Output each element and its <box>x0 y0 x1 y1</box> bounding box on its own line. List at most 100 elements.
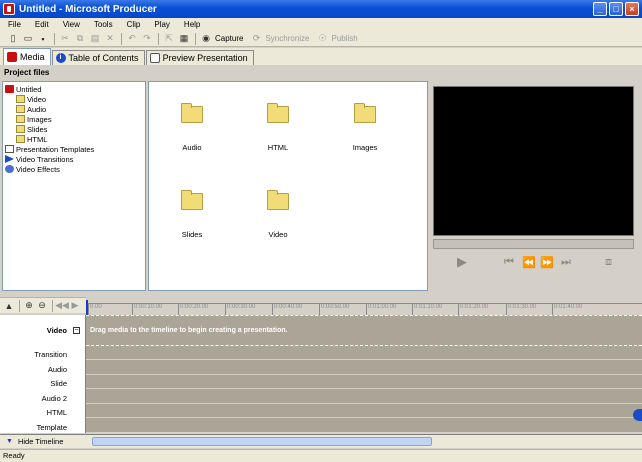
synchronize-button[interactable]: Synchronize <box>265 34 309 43</box>
menu-help[interactable]: Help <box>176 20 206 29</box>
tree-item-slides[interactable]: Slides <box>3 124 145 134</box>
paste-icon[interactable]: ▤ <box>88 32 102 45</box>
folder-label: HTML <box>267 143 289 152</box>
tab-preview-presentation[interactable]: Preview Presentation <box>145 50 254 65</box>
pointer-icon[interactable]: ▲ <box>3 299 15 312</box>
menu-edit[interactable]: Edit <box>27 20 55 29</box>
playhead[interactable] <box>86 300 88 316</box>
tree-item-audio[interactable]: Audio <box>3 104 145 114</box>
track-label-slide: Slide <box>50 379 67 388</box>
project-files-tree: Untitled Video Audio Images Slides HTML … <box>2 81 146 291</box>
audio-track[interactable] <box>86 360 642 375</box>
play-icon[interactable]: ▶ <box>457 254 467 270</box>
open-folder-icon[interactable]: ▭ <box>21 32 35 45</box>
tab-label: Table of Contents <box>68 53 139 63</box>
copy-icon[interactable]: ⧉ <box>73 32 87 45</box>
rewind-icon[interactable]: ⏪ <box>522 256 536 269</box>
ruler-tick: 0:01:30.00 <box>505 304 537 315</box>
publish-icon[interactable]: ☉ <box>316 32 330 45</box>
folder-item-images[interactable]: Images <box>330 103 400 152</box>
menu-view[interactable]: View <box>55 20 86 29</box>
menu-clip[interactable]: Clip <box>119 20 147 29</box>
audio-2-track[interactable] <box>86 389 642 404</box>
scrollbar-thumb[interactable] <box>92 437 432 446</box>
seek-bar[interactable] <box>433 239 634 249</box>
status-text: Ready <box>3 451 25 460</box>
rewind-timeline-icon[interactable]: ◀◀ <box>55 299 69 312</box>
previous-icon[interactable]: ⏮ <box>504 256 514 269</box>
timeline-ruler[interactable]: 0.00 0:00:10.00 0:00:20.00 0:00:30.00 0:… <box>86 303 642 315</box>
tree-item-label: Audio <box>27 104 47 114</box>
menu-play[interactable]: Play <box>146 20 176 29</box>
tree-item-video-transitions[interactable]: Video Transitions <box>3 154 145 164</box>
ruler-tick: 0:01:10.00 <box>411 304 443 315</box>
forward-icon[interactable]: ⏩ <box>540 256 554 269</box>
timeline-horizontal-scrollbar[interactable] <box>86 434 642 448</box>
zoom-out-icon[interactable]: ⊖ <box>36 299 48 312</box>
publish-button[interactable]: Publish <box>332 34 358 43</box>
save-icon[interactable]: ▪ <box>36 32 50 45</box>
hide-timeline-label: Hide Timeline <box>17 437 64 446</box>
tree-item-video[interactable]: Video <box>3 94 145 104</box>
folder-icon <box>16 135 25 143</box>
menu-tools[interactable]: Tools <box>86 20 119 29</box>
tree-item-label: Video <box>27 94 47 104</box>
tree-item-images[interactable]: Images <box>3 114 145 124</box>
globe-icon <box>633 409 642 421</box>
tree-item-html[interactable]: HTML <box>3 134 145 144</box>
main-toolbar: ▯ ▭ ▪ ✂ ⧉ ▤ ✕ ↶ ↷ ⇱ ▦ ◉ Capture ⟳ Synchr… <box>0 31 642 47</box>
media-content-pane: Audio HTML Images Slides Video <box>148 81 428 291</box>
track-label-video: Video <box>46 326 67 335</box>
folder-icon <box>16 105 25 113</box>
tree-item-video-effects[interactable]: Video Effects <box>3 164 145 174</box>
producer-app-icon <box>3 3 15 15</box>
timeline-toolbar: ▲ ⊕ ⊖ ◀◀ ▶ <box>0 297 86 313</box>
folder-item-video[interactable]: Video <box>243 190 313 239</box>
slide-track[interactable] <box>86 375 642 389</box>
menu-bar: File Edit View Tools Clip Play Help <box>0 18 642 31</box>
folder-item-slides[interactable]: Slides <box>157 190 227 239</box>
folder-item-audio[interactable]: Audio <box>157 103 227 152</box>
view-tabs: Media i Table of Contents Preview Presen… <box>0 48 642 65</box>
hide-timeline-button[interactable]: ▼ Hide Timeline <box>0 434 86 448</box>
maximize-button[interactable]: □ <box>609 2 623 16</box>
view-toggle-icon[interactable]: ▦ <box>177 32 191 45</box>
ruler-tick: 0:00:40.00 <box>271 304 303 315</box>
tree-item-untitled[interactable]: Untitled <box>3 84 145 94</box>
split-icon[interactable]: ⧈ <box>605 256 612 269</box>
undo-icon[interactable]: ↶ <box>125 32 139 45</box>
next-icon[interactable]: ⏭ <box>561 256 571 269</box>
template-track[interactable] <box>86 418 642 433</box>
transition-track[interactable] <box>86 346 642 360</box>
close-button[interactable]: × <box>625 2 639 16</box>
redo-icon[interactable]: ↷ <box>140 32 154 45</box>
play-timeline-icon[interactable]: ▶ <box>69 299 81 312</box>
folder-label: Slides <box>181 230 203 239</box>
zoom-in-icon[interactable]: ⊕ <box>23 299 35 312</box>
status-bar: Ready <box>0 449 642 462</box>
minimize-button[interactable]: _ <box>593 2 607 16</box>
toolbar-separator <box>195 32 196 45</box>
tab-table-of-contents[interactable]: i Table of Contents <box>51 50 145 65</box>
folder-label: Video <box>268 230 288 239</box>
ruler-tick: 0:01:20.00 <box>457 304 489 315</box>
menu-file[interactable]: File <box>0 20 27 29</box>
capture-button[interactable]: Capture <box>215 34 243 43</box>
toolbar-separator <box>19 299 20 312</box>
tree-item-presentation-templates[interactable]: Presentation Templates <box>3 144 145 154</box>
ruler-tick: 0.00 <box>88 304 102 315</box>
capture-icon[interactable]: ◉ <box>199 32 213 45</box>
import-icon[interactable]: ⇱ <box>162 32 176 45</box>
new-icon[interactable]: ▯ <box>6 32 20 45</box>
html-track[interactable] <box>86 404 642 418</box>
cut-icon[interactable]: ✂ <box>58 32 72 45</box>
tab-label: Media <box>20 52 45 62</box>
collapse-video-track-button[interactable]: − <box>73 327 80 334</box>
folder-item-html[interactable]: HTML <box>243 103 313 152</box>
track-label-audio-2: Audio 2 <box>41 394 67 403</box>
video-track[interactable]: Drag media to the timeline to begin crea… <box>86 315 642 346</box>
tab-media[interactable]: Media <box>3 48 51 65</box>
track-label-template: Template <box>36 423 67 432</box>
delete-icon[interactable]: ✕ <box>103 32 117 45</box>
synchronize-icon[interactable]: ⟳ <box>249 32 263 45</box>
